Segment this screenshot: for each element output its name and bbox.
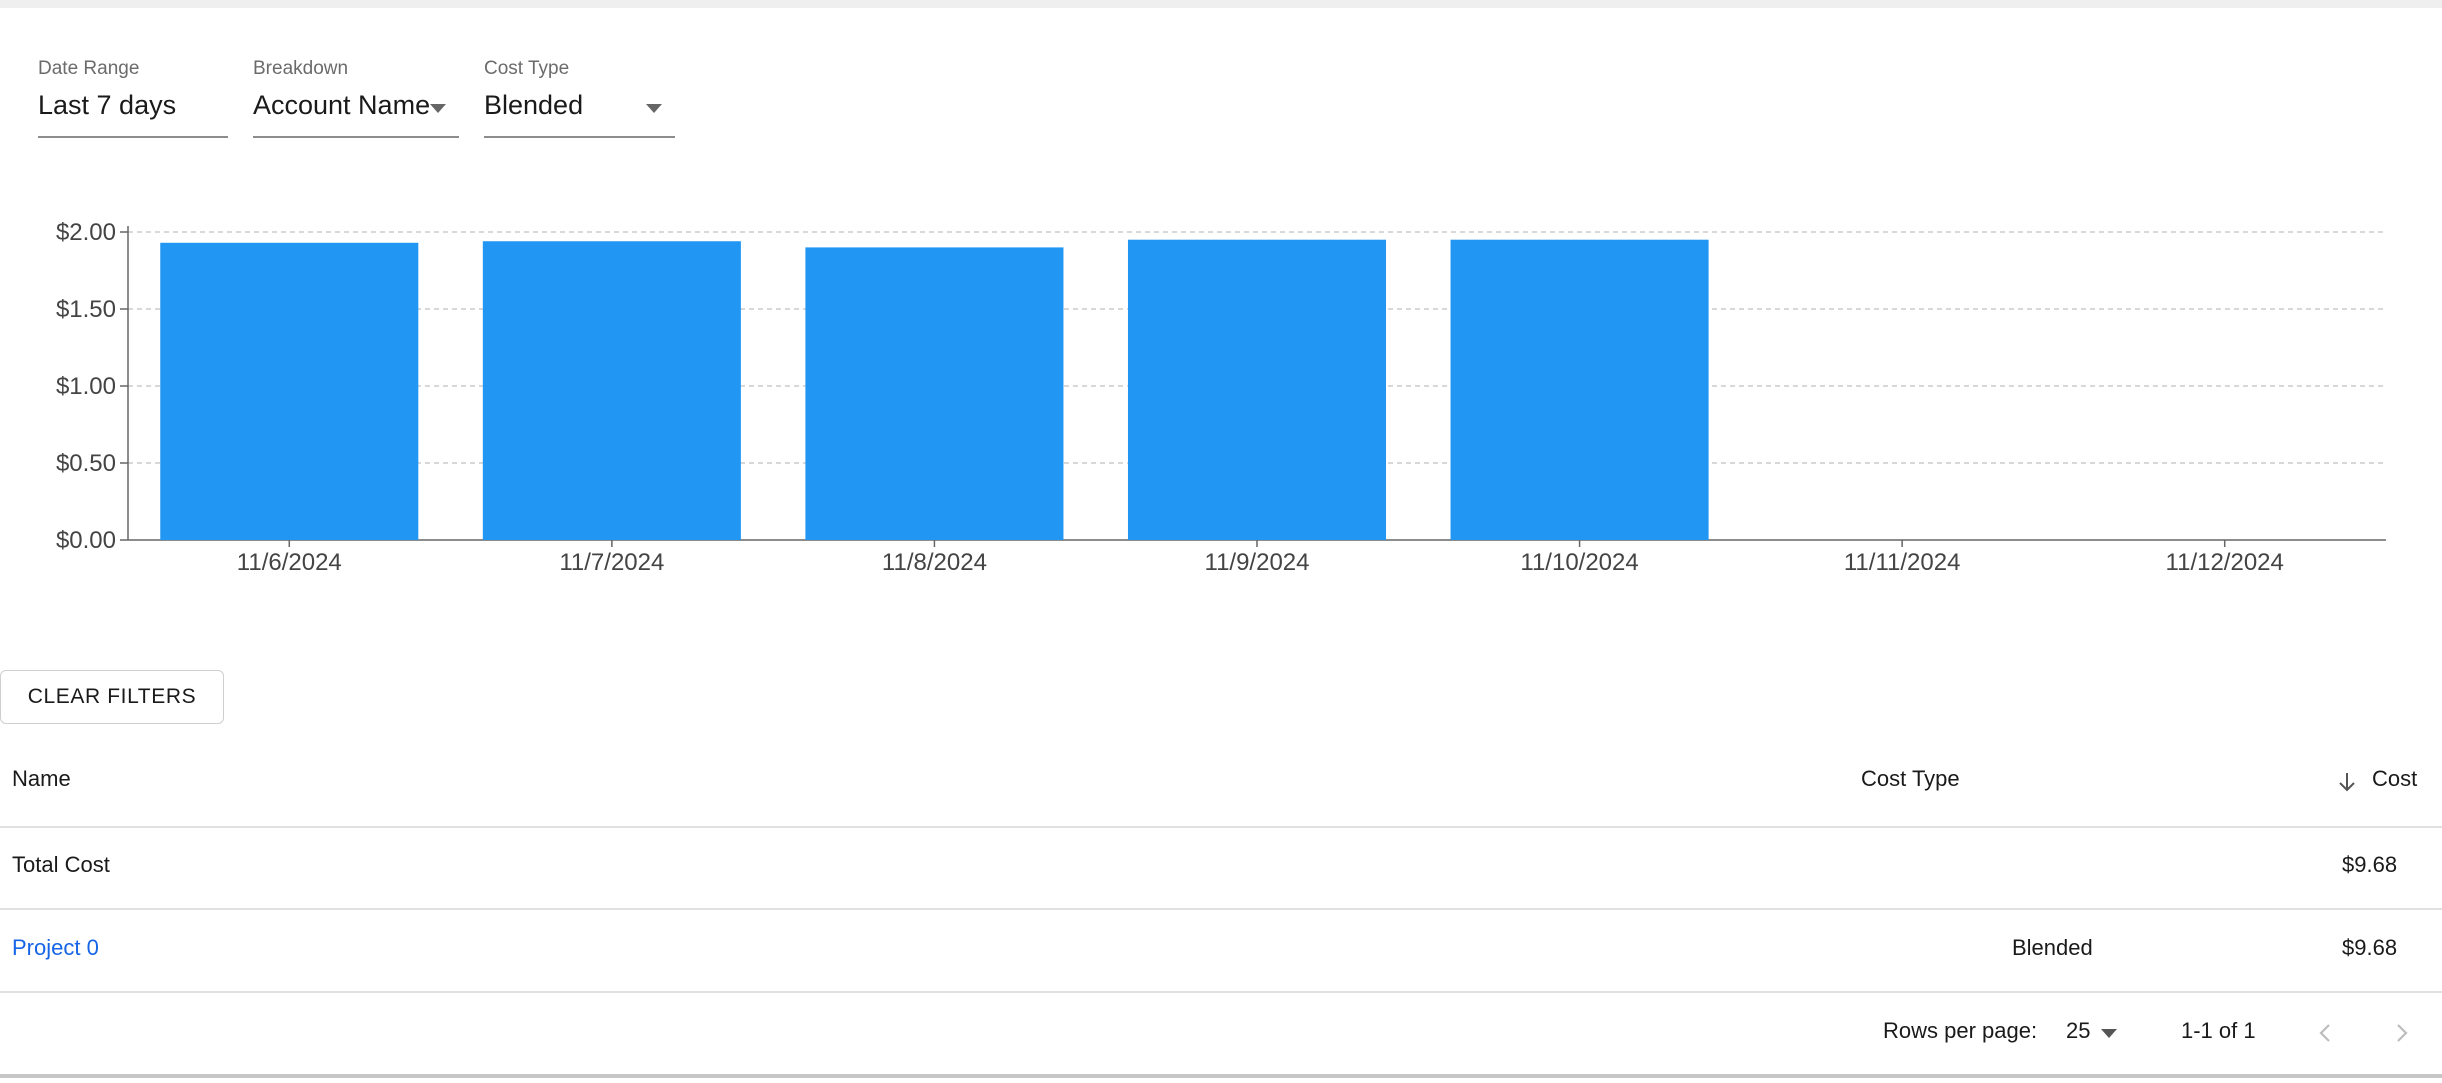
y-tick-label: $1.00 xyxy=(56,373,116,400)
top-border xyxy=(0,0,2442,8)
row-divider xyxy=(0,991,2442,993)
row-cost-type: Blended xyxy=(2012,935,2093,960)
bar xyxy=(1127,239,1387,540)
x-tick-label: 11/9/2024 xyxy=(1205,549,1310,576)
breakdown-label: Breakdown xyxy=(253,58,349,79)
chevron-left-icon xyxy=(2319,1024,2330,1042)
x-tick-label: 11/8/2024 xyxy=(882,549,987,576)
cost-type-select[interactable]: Cost Type Blended xyxy=(484,58,675,138)
header-divider xyxy=(0,826,2442,828)
pagination-range: 1-1 of 1 xyxy=(2181,1018,2256,1043)
bar xyxy=(805,247,1064,540)
clear-filters-button[interactable]: CLEAR FILTERS xyxy=(0,670,224,724)
date-range-select[interactable]: Date Range Last 7 days xyxy=(38,58,228,138)
y-tick-label: $2.00 xyxy=(56,219,116,246)
total-cost-label: Total Cost xyxy=(12,852,110,877)
cost-type-label: Cost Type xyxy=(484,58,570,79)
cost-type-value: Blended xyxy=(484,90,584,120)
cost-bar-chart: $0.00 $0.50 $1.00 $1.50 $2.00 11/6/2024 11/7/2… xyxy=(56,219,2386,576)
chevron-down-icon xyxy=(430,104,446,113)
breakdown-value: Account Name xyxy=(253,90,431,120)
project-link[interactable]: Project 0 xyxy=(12,935,99,961)
row-divider xyxy=(0,908,2442,910)
chevron-right-icon xyxy=(2397,1024,2408,1042)
y-tick-label: $0.00 xyxy=(56,527,116,554)
chevron-down-icon[interactable] xyxy=(2101,1029,2117,1038)
previous-page-button[interactable] xyxy=(2313,1020,2339,1046)
arrow-down-icon[interactable] xyxy=(2337,770,2357,794)
rows-per-page-label: Rows per page: xyxy=(1883,1018,2038,1043)
bottom-border xyxy=(0,1074,2442,1078)
breakdown-select[interactable]: Breakdown Account Name xyxy=(253,58,459,138)
x-tick-label: 11/6/2024 xyxy=(237,549,342,576)
y-tick-label: $0.50 xyxy=(56,450,116,477)
chevron-down-icon xyxy=(646,104,662,113)
bar xyxy=(160,242,419,540)
column-header-cost[interactable]: Cost xyxy=(2372,766,2417,792)
column-header-name[interactable]: Name xyxy=(12,766,71,792)
date-range-value: Last 7 days xyxy=(38,90,177,120)
bar xyxy=(482,241,741,541)
x-tick-label: 11/12/2024 xyxy=(2166,549,2284,576)
y-tick-label: $1.50 xyxy=(56,296,116,323)
x-tick-label: 11/11/2024 xyxy=(1844,549,1961,576)
next-page-button[interactable] xyxy=(2388,1020,2414,1046)
rows-per-page-value[interactable]: 25 xyxy=(2066,1018,2090,1044)
date-range-label: Date Range xyxy=(38,58,140,79)
column-header-cost-type[interactable]: Cost Type xyxy=(1861,766,1960,792)
x-tick-label: 11/7/2024 xyxy=(559,549,664,576)
bar xyxy=(1450,239,1709,540)
x-tick-label: 11/10/2024 xyxy=(1520,549,1638,576)
row-cost: $9.68 xyxy=(2342,935,2398,960)
total-cost-value: $9.68 xyxy=(2342,852,2398,877)
